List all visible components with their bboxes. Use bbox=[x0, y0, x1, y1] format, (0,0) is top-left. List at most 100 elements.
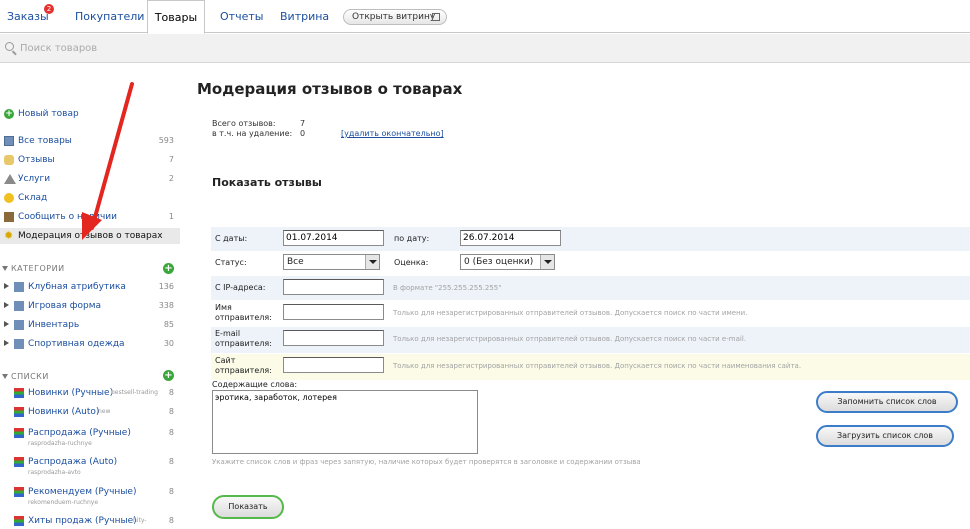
words-label: Содержащие слова: bbox=[212, 380, 298, 389]
folder-icon bbox=[14, 339, 24, 349]
from-date-label: С даты: bbox=[215, 234, 248, 243]
status-row: Статус: Все Оценка: 0 (Без оценки) bbox=[211, 251, 970, 275]
category-count: 136 bbox=[158, 282, 174, 291]
search-input[interactable] bbox=[20, 39, 960, 58]
list-item[interactable]: Рекомендуем (Ручные) rekomenduem-ruchnye… bbox=[0, 484, 180, 510]
services-icon bbox=[4, 174, 16, 184]
rating-label: Оценка: bbox=[394, 258, 429, 267]
category-label: Спортивная одежда bbox=[28, 339, 125, 349]
sidebar-item-count: 593 bbox=[158, 136, 174, 145]
ip-hint: В формате "255.255.255.255" bbox=[393, 284, 502, 292]
sender-name-input[interactable] bbox=[283, 304, 384, 320]
list-count: 8 bbox=[168, 457, 174, 466]
tab-orders[interactable]: Заказы bbox=[7, 0, 49, 33]
tab-products[interactable]: Товары bbox=[147, 0, 205, 34]
notify-icon bbox=[4, 212, 14, 222]
category-item[interactable]: Инвентарь 85 bbox=[0, 317, 180, 333]
pending-delete-label: в т.ч. на удаление: bbox=[212, 129, 293, 138]
status-select[interactable]: Все bbox=[283, 254, 380, 270]
expand-icon bbox=[4, 302, 9, 308]
sender-site-label-line2: отправителя: bbox=[215, 366, 272, 375]
tab-customers[interactable]: Покупатели bbox=[75, 0, 144, 33]
sidebar-item-count: 7 bbox=[168, 155, 174, 164]
chevron-down-icon bbox=[540, 255, 554, 269]
sidebar-item-label: Отзывы bbox=[18, 155, 55, 165]
collapse-icon bbox=[2, 266, 8, 271]
from-date-input[interactable] bbox=[283, 230, 384, 246]
category-label: Игровая форма bbox=[28, 301, 101, 311]
products-icon bbox=[4, 136, 14, 146]
list-item[interactable]: Хиты продаж (Ручные) hity- 8 bbox=[0, 513, 180, 529]
section-title: Показать отзывы bbox=[212, 176, 322, 189]
sender-email-label-line2: отправителя: bbox=[215, 339, 272, 348]
list-count: 8 bbox=[168, 516, 174, 525]
categories-title: КАТЕГОРИИ bbox=[11, 264, 65, 273]
open-showcase-button[interactable]: Открыть витрину bbox=[343, 9, 447, 25]
rating-select[interactable]: 0 (Без оценки) bbox=[460, 254, 555, 270]
status-value: Все bbox=[287, 257, 304, 267]
list-item[interactable]: Новинки (Ручные) bestsell-trading 8 bbox=[0, 385, 180, 405]
save-word-list-button[interactable]: Запомнить список слов bbox=[816, 391, 958, 413]
category-item[interactable]: Спортивная одежда 30 bbox=[0, 336, 180, 352]
list-label: Хиты продаж (Ручные) bbox=[28, 516, 137, 526]
category-item[interactable]: Игровая форма 338 bbox=[0, 298, 180, 314]
list-count: 8 bbox=[168, 407, 174, 416]
ip-label: С IP-адреса: bbox=[215, 283, 266, 292]
page-title: Модерация отзывов о товарах bbox=[197, 80, 463, 98]
add-icon: + bbox=[4, 109, 14, 119]
list-item[interactable]: Новинки (Auto) new 8 bbox=[0, 404, 180, 424]
list-icon bbox=[14, 428, 24, 438]
total-reviews-value: 7 bbox=[300, 119, 306, 128]
date-row: С даты: по дату: bbox=[211, 227, 970, 251]
sender-email-input[interactable] bbox=[283, 330, 384, 346]
collapse-icon bbox=[2, 374, 8, 379]
sidebar-item-label: Услуги bbox=[18, 174, 51, 184]
add-category-icon[interactable]: + bbox=[163, 263, 174, 274]
category-label: Клубная атрибутика bbox=[28, 282, 126, 292]
list-icon bbox=[14, 516, 24, 526]
list-item[interactable]: Распродажа (Ручные) rasprodazha-ruchnye … bbox=[0, 425, 180, 451]
to-date-input[interactable] bbox=[460, 230, 561, 246]
sender-site-hint: Только для незарегистрированных отправит… bbox=[393, 362, 802, 370]
main-content: Модерация отзывов о товарах Всего отзыво… bbox=[196, 64, 970, 529]
sender-email-hint: Только для незарегистрированных отправит… bbox=[393, 335, 746, 343]
list-slug: bestsell-trading bbox=[111, 389, 158, 396]
categories-heading[interactable]: КАТЕГОРИИ bbox=[2, 264, 65, 273]
expand-icon bbox=[4, 340, 9, 346]
rating-value: 0 (Без оценки) bbox=[464, 257, 534, 267]
show-button[interactable]: Показать bbox=[212, 495, 284, 519]
open-showcase-label: Открыть витрину bbox=[352, 12, 436, 22]
pending-delete-value: 0 bbox=[300, 129, 306, 138]
sender-name-row: Имя отправителя: Только для незарегистри… bbox=[211, 301, 970, 327]
category-count: 338 bbox=[158, 301, 174, 310]
list-icon bbox=[14, 487, 24, 497]
category-count: 85 bbox=[163, 320, 174, 329]
lists-title: СПИСКИ bbox=[11, 372, 49, 381]
list-icon bbox=[14, 388, 24, 398]
category-item[interactable]: Клубная атрибутика 136 bbox=[0, 279, 180, 295]
search-bar bbox=[0, 34, 970, 63]
list-slug: hity- bbox=[133, 517, 147, 524]
sender-site-label-line1: Сайт bbox=[215, 356, 236, 365]
expand-icon bbox=[4, 321, 9, 327]
list-slug: rasprodazha-ruchnye bbox=[28, 440, 92, 447]
ip-input[interactable] bbox=[283, 279, 384, 295]
chevron-down-icon bbox=[365, 255, 379, 269]
list-count: 8 bbox=[168, 487, 174, 496]
add-list-icon[interactable]: + bbox=[163, 370, 174, 381]
list-icon bbox=[14, 457, 24, 467]
tab-showcase[interactable]: Витрина bbox=[280, 0, 329, 33]
sender-email-label-line1: E-mail bbox=[215, 329, 241, 338]
lists-heading[interactable]: СПИСКИ bbox=[2, 372, 49, 381]
total-reviews-label: Всего отзывов: bbox=[212, 119, 276, 128]
annotation-arrow-icon bbox=[82, 82, 134, 240]
top-navigation: Заказы 2 Покупатели Товары Отчеты Витрин… bbox=[0, 0, 970, 34]
list-item[interactable]: Распродажа (Auto) rasprodazha-avto 8 bbox=[0, 454, 180, 480]
sender-site-input[interactable] bbox=[283, 357, 384, 373]
tab-reports[interactable]: Отчеты bbox=[220, 0, 263, 33]
delete-permanently-link[interactable]: [удалить окончательно] bbox=[341, 129, 444, 138]
expand-icon bbox=[4, 283, 9, 289]
sender-name-hint: Только для незарегистрированных отправит… bbox=[393, 309, 748, 317]
load-word-list-button[interactable]: Загрузить список слов bbox=[816, 425, 954, 447]
words-textarea[interactable]: эротика, заработок, лотерея bbox=[212, 390, 478, 454]
